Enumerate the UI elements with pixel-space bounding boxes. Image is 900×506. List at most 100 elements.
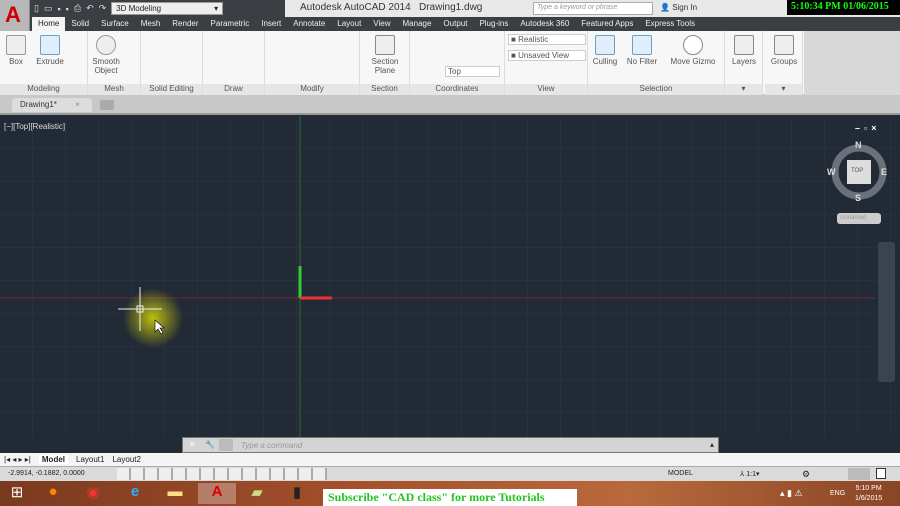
wrench-icon[interactable]: 🔧 <box>205 440 215 449</box>
tab-model[interactable]: Model <box>38 455 68 464</box>
tab-home[interactable]: Home <box>32 17 66 31</box>
redo-icon[interactable]: ↷ <box>99 3 107 14</box>
system-clock[interactable]: 5:10 PM 1/6/2015 <box>855 484 882 504</box>
compass-east[interactable]: E <box>881 167 887 177</box>
clean-screen-button[interactable] <box>876 468 886 479</box>
tab-insert[interactable]: Insert <box>255 17 287 31</box>
ribbon-tabs: Home Solid Surface Mesh Render Parametri… <box>30 17 900 31</box>
named-view-dropdown[interactable]: ■ Unsaved View <box>508 50 586 61</box>
viewcube-face-top[interactable]: TOP <box>851 168 863 174</box>
print-icon[interactable]: ⎙ <box>74 3 81 14</box>
layout-nav-arrows[interactable]: |◂ ◂ ▸ ▸| <box>4 455 31 464</box>
grid <box>0 116 900 437</box>
section-plane-button[interactable]: Section Plane <box>364 35 406 75</box>
workspace-settings-icon[interactable]: ⚙ <box>802 469 810 480</box>
drawing-canvas[interactable] <box>0 116 900 437</box>
language-indicator[interactable]: ENG <box>830 490 845 497</box>
tab-manage[interactable]: Manage <box>397 17 438 31</box>
groups-icon <box>774 35 794 55</box>
autocad-taskbar-icon[interactable]: A <box>198 483 236 504</box>
tab-mesh[interactable]: Mesh <box>135 17 167 31</box>
box-button[interactable]: Box <box>4 35 28 66</box>
coordinates-readout[interactable]: -2.9914, -0.1882, 0.0000 <box>8 470 85 477</box>
close-icon[interactable]: ✕ <box>189 440 196 449</box>
chrome-icon[interactable]: ◉ <box>78 483 108 504</box>
application-menu-button[interactable]: A <box>0 0 30 31</box>
panel-groups: Groups ▾ <box>765 31 803 95</box>
save-as-icon[interactable]: ▪ <box>66 4 69 14</box>
command-prompt-icon[interactable] <box>219 439 233 451</box>
status-bar: -2.9914, -0.1882, 0.0000 MODEL ⅄ 1:1▾ ⚙ <box>0 466 900 481</box>
ribbon-empty-area <box>804 31 900 95</box>
panel-view: ■ Realistic ■ Unsaved View Top View <box>445 31 588 95</box>
close-icon[interactable]: × <box>75 100 80 109</box>
panel-label[interactable]: Modify <box>265 84 359 95</box>
start-button[interactable]: ⊞ <box>2 483 32 504</box>
window-title: Autodesk AutoCAD 2014 Drawing1.dwg <box>300 2 483 13</box>
tab-parametric[interactable]: Parametric <box>205 17 256 31</box>
isolate-objects-button[interactable] <box>848 468 870 480</box>
panel-label[interactable]: Mesh <box>88 84 140 95</box>
tab-surface[interactable]: Surface <box>95 17 135 31</box>
smooth-object-button[interactable]: Smooth Object <box>90 35 122 75</box>
camera-recorder-icon[interactable]: ▮ <box>282 483 312 504</box>
cursor-highlight <box>123 288 183 348</box>
panel-label[interactable]: Section <box>360 84 409 95</box>
file-tabs: Drawing1* × <box>0 95 900 115</box>
ucs-menu[interactable]: Unnamed <box>837 213 881 224</box>
no-filter-button[interactable]: No Filter <box>624 35 660 66</box>
tab-view[interactable]: View <box>367 17 396 31</box>
groups-button[interactable]: Groups <box>767 35 801 66</box>
search-input[interactable]: Type a keyword or phrase <box>533 2 653 15</box>
command-history-button[interactable]: ▴ <box>710 440 714 449</box>
tab-annotate[interactable]: Annotate <box>287 17 331 31</box>
file-tab-drawing1[interactable]: Drawing1* × <box>12 98 92 112</box>
panel-label[interactable]: View <box>505 84 587 95</box>
compass-north[interactable]: N <box>855 140 862 150</box>
tab-autodesk-360[interactable]: Autodesk 360 <box>514 17 575 31</box>
compass-south[interactable]: S <box>855 193 861 203</box>
move-gizmo-button[interactable]: Move Gizmo <box>666 35 720 66</box>
sign-in-button[interactable]: 👤 Sign In <box>660 3 697 12</box>
tab-solid[interactable]: Solid <box>65 17 95 31</box>
tab-express-tools[interactable]: Express Tools <box>639 17 701 31</box>
compass-west[interactable]: W <box>827 167 836 177</box>
new-icon[interactable]: ▯ <box>34 3 39 14</box>
save-icon[interactable]: ▪ <box>57 4 60 14</box>
workspace-dropdown[interactable]: 3D Modeling ▾ <box>111 2 224 15</box>
tab-render[interactable]: Render <box>166 17 204 31</box>
tab-output[interactable]: Output <box>437 17 473 31</box>
tab-featured-apps[interactable]: Featured Apps <box>575 17 639 31</box>
open-icon[interactable]: ▭ <box>44 3 53 14</box>
tray-icons[interactable]: ▴ ▮ ⚠ <box>780 488 803 499</box>
navigation-bar[interactable] <box>878 242 895 382</box>
visual-style-dropdown[interactable]: ■ Realistic <box>508 34 586 45</box>
ucs-view-dropdown[interactable]: Top <box>445 66 500 77</box>
new-tab-button[interactable] <box>100 100 114 110</box>
panel-label[interactable]: Solid Editing <box>141 84 202 95</box>
tab-layout2[interactable]: Layout2 <box>112 455 140 464</box>
panel-label[interactable]: Selection <box>588 84 724 95</box>
firefox-icon[interactable]: ● <box>38 483 68 504</box>
model-space-button[interactable]: MODEL <box>668 470 693 477</box>
drafting-toggles[interactable] <box>117 468 327 480</box>
tab-plug-ins[interactable]: Plug-ins <box>473 17 514 31</box>
tab-layout1[interactable]: Layout1 <box>76 455 104 464</box>
extrude-button[interactable]: Extrude <box>34 35 66 66</box>
viewport-window-controls[interactable]: –▫× <box>855 123 880 133</box>
panel-label[interactable]: Coordinates <box>410 84 504 95</box>
layers-button[interactable]: Layers <box>727 35 761 66</box>
sticky-notes-icon[interactable]: ▰ <box>242 483 272 504</box>
viewport-controls[interactable]: [−][Top][Realistic] <box>4 122 65 131</box>
culling-button[interactable]: Culling <box>590 35 620 66</box>
annotation-scale[interactable]: ⅄ 1:1▾ <box>740 470 759 478</box>
panel-label[interactable]: Draw <box>203 84 264 95</box>
smooth-object-icon <box>96 35 116 55</box>
internet-explorer-icon[interactable]: e <box>120 483 150 504</box>
no-filter-icon <box>632 35 652 55</box>
command-input[interactable]: Type a command <box>241 441 302 450</box>
tab-layout[interactable]: Layout <box>331 17 367 31</box>
file-explorer-icon[interactable]: ▬ <box>160 483 190 504</box>
undo-icon[interactable]: ↶ <box>86 3 94 14</box>
panel-label[interactable]: Modeling <box>0 84 87 95</box>
